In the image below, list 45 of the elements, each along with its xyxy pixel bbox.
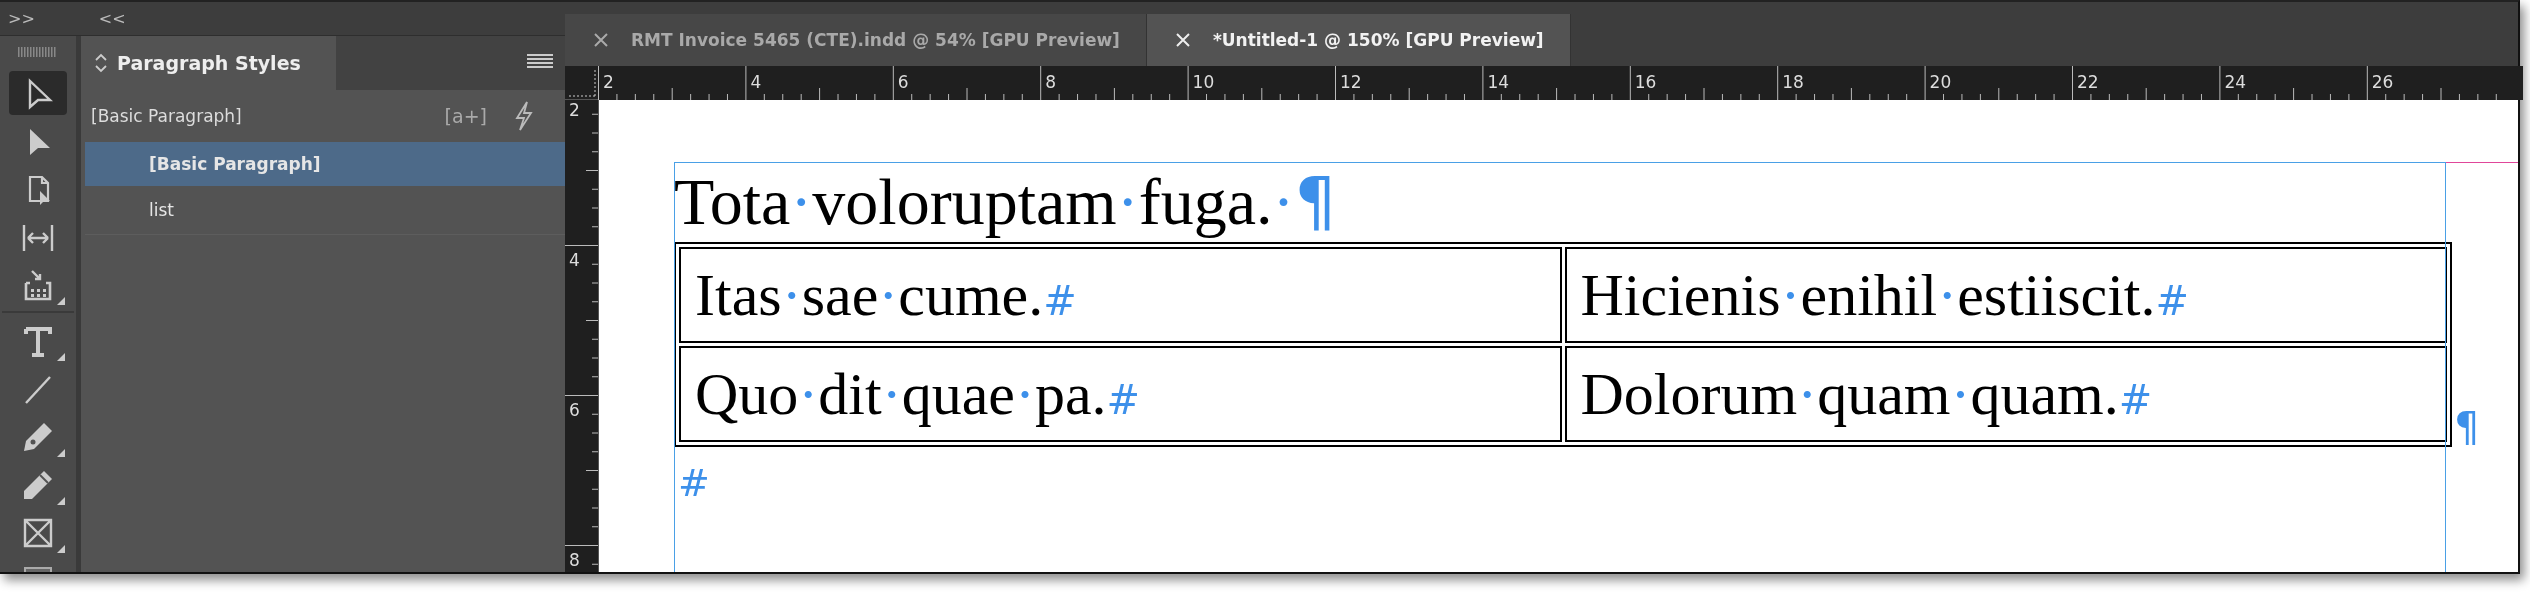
flyout-corner-icon xyxy=(57,545,65,553)
end-of-story-mark: # xyxy=(678,461,710,505)
ruler-number: 10 xyxy=(1192,72,1215,92)
document-tab[interactable]: RMT Invoice 5465 (CTE).indd @ 54% [GPU Preview] xyxy=(565,14,1147,66)
ruler-number: 4 xyxy=(569,250,580,270)
ruler-number: 4 xyxy=(750,72,762,92)
flyout-corner-icon xyxy=(57,297,65,305)
ruler-number: 12 xyxy=(1340,72,1362,92)
sort-icon xyxy=(95,52,107,74)
ruler-number: 26 xyxy=(2371,72,2394,92)
ruler-number: 8 xyxy=(569,550,580,570)
collapse-panels-button[interactable]: << xyxy=(98,9,126,28)
ruler-number: 22 xyxy=(2077,72,2099,92)
style-item[interactable]: list xyxy=(85,188,565,232)
expand-panels-button[interactable]: >> xyxy=(8,9,35,28)
flyout-corner-icon xyxy=(57,497,65,505)
heading-text: Tota·voloruptam·fuga.·¶ xyxy=(674,162,1338,242)
grip-icon xyxy=(18,47,58,57)
ruler-number: 24 xyxy=(2224,72,2247,92)
document-tab[interactable]: *Untitled-1 @ 150% [GPU Preview] xyxy=(1146,14,1571,66)
panel-tab[interactable]: Paragraph Styles xyxy=(81,36,336,90)
ruler-number: 20 xyxy=(1929,72,1952,92)
style-item[interactable]: [Basic Paragraph] xyxy=(85,142,565,186)
table-cell: Hicienis·enihil·estiiscit.# xyxy=(1564,247,2447,343)
menu-icon xyxy=(527,53,553,69)
lightning-icon xyxy=(513,101,533,131)
close-icon xyxy=(1174,32,1191,48)
ruler-number: 6 xyxy=(897,72,909,92)
current-style-label: [Basic Paragraph] xyxy=(91,106,243,126)
selection-tool[interactable] xyxy=(9,71,67,115)
table-cell: Dolorum·quam·quam.# xyxy=(1564,346,2447,442)
close-icon xyxy=(593,32,609,48)
new-style-button[interactable]: [a+] xyxy=(444,105,487,127)
ruler-number: 2 xyxy=(603,72,614,92)
ruler-number: 18 xyxy=(1782,72,1804,92)
ruler-number: 16 xyxy=(1634,72,1657,92)
ruler-number: 6 xyxy=(569,400,580,420)
ruler-number: 8 xyxy=(1045,72,1057,92)
ruler-number: 2 xyxy=(569,100,580,120)
table-cell: Itas·sae·cume.# xyxy=(679,247,1562,343)
table-cell: Quo·dit·quae·pa.# xyxy=(679,346,1562,442)
ruler-number: 14 xyxy=(1487,72,1510,92)
pilcrow-mark: ¶ xyxy=(2454,407,2480,447)
flyout-corner-icon xyxy=(57,449,65,457)
flyout-corner-icon xyxy=(57,353,65,361)
